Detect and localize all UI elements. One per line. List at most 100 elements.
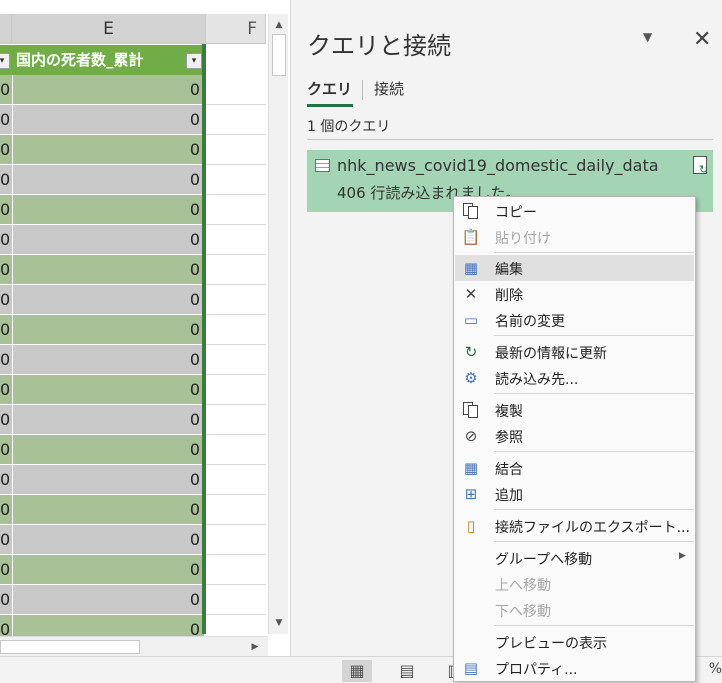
cell-e[interactable]: 0	[12, 285, 204, 315]
selection-border	[202, 44, 206, 634]
cell-f[interactable]	[206, 375, 266, 405]
cell-e[interactable]: 0	[12, 225, 204, 255]
menu-item-move-down[interactable]: 下へ移動	[455, 597, 694, 623]
scroll-right-icon[interactable]: ▶	[246, 637, 264, 657]
menu-item-reference[interactable]: ⊘ 参照	[455, 423, 694, 449]
tab-connections[interactable]: 接続	[374, 78, 404, 99]
table-row: 00	[0, 315, 266, 345]
menu-separator	[494, 335, 694, 336]
scroll-up-icon[interactable]: ▲	[269, 16, 289, 34]
menu-item-merge[interactable]: ▦ 結合	[455, 455, 694, 481]
cell-d[interactable]: 0	[0, 105, 12, 135]
pane-options-chevron-icon[interactable]: ▼	[643, 30, 652, 44]
close-icon[interactable]: ✕	[693, 28, 711, 52]
cell-d[interactable]: 0	[0, 315, 12, 345]
cell-e[interactable]: 0	[12, 465, 204, 495]
table-row: 00	[0, 285, 266, 315]
cell-e[interactable]: 0	[12, 165, 204, 195]
cell-e[interactable]: 0	[12, 195, 204, 225]
cell-d[interactable]: 0	[0, 75, 12, 105]
menu-item-rename[interactable]: ▭ 名前の変更	[455, 307, 694, 333]
cell-d[interactable]: 0	[0, 195, 12, 225]
menu-item-load-to[interactable]: ⚙ 読み込み先...	[455, 365, 694, 391]
menu-item-show-preview[interactable]: プレビューの表示	[455, 629, 694, 655]
menu-item-export-connection[interactable]: ▯ 接続ファイルのエクスポート...	[455, 513, 694, 539]
cell-f[interactable]	[206, 285, 266, 315]
cell-e[interactable]: 0	[12, 345, 204, 375]
cell-d[interactable]: 0	[0, 135, 12, 165]
menu-item-move-up[interactable]: 上へ移動	[455, 571, 694, 597]
horizontal-scrollbar[interactable]: ▶	[0, 636, 268, 656]
paste-icon: 📋	[461, 228, 481, 246]
cell-f[interactable]	[206, 435, 266, 465]
cell-e[interactable]: 0	[12, 75, 204, 105]
zoom-level[interactable]: %	[709, 661, 722, 677]
menu-item-duplicate[interactable]: 複製	[455, 397, 694, 423]
scroll-down-icon[interactable]: ▼	[269, 614, 289, 632]
cell-d[interactable]: 0	[0, 375, 12, 405]
menu-item-paste[interactable]: 📋 貼り付け	[455, 224, 694, 250]
cell-e[interactable]: 0	[12, 525, 204, 555]
refresh-document-icon[interactable]	[693, 156, 708, 176]
cell-f[interactable]	[206, 315, 266, 345]
cell-e[interactable]: 0	[12, 435, 204, 465]
cell-e[interactable]: 0	[12, 135, 204, 165]
scrollbar-thumb[interactable]	[272, 34, 286, 76]
cell-f[interactable]	[206, 195, 266, 225]
menu-item-move-to-group[interactable]: グループへ移動 ▶	[455, 545, 694, 571]
cell-d[interactable]: 0	[0, 525, 12, 555]
column-header-d[interactable]	[0, 14, 12, 44]
cell-f[interactable]	[206, 345, 266, 375]
cell-f[interactable]	[206, 405, 266, 435]
cell-f[interactable]	[206, 555, 266, 585]
menu-item-copy[interactable]: コピー	[455, 198, 694, 224]
menu-item-refresh[interactable]: ↻ 最新の情報に更新	[455, 339, 694, 365]
cell-f[interactable]	[206, 75, 266, 105]
menu-item-append[interactable]: ⊞ 追加	[455, 481, 694, 507]
vertical-scrollbar[interactable]: ▲ ▼	[268, 14, 288, 634]
menu-item-edit[interactable]: ▦ 編集	[455, 255, 694, 281]
cell-f[interactable]	[206, 495, 266, 525]
cell-f[interactable]	[206, 465, 266, 495]
filter-dropdown-icon[interactable]: ▾	[186, 53, 202, 69]
cell-f[interactable]	[206, 225, 266, 255]
cell-d[interactable]: 0	[0, 435, 12, 465]
table-header-cell-e[interactable]: 国内の死者数_累計 ▾	[12, 45, 206, 75]
cell-d[interactable]: 0	[0, 255, 12, 285]
cell-f[interactable]	[206, 135, 266, 165]
cell-e[interactable]: 0	[12, 315, 204, 345]
cell-d[interactable]: 0	[0, 345, 12, 375]
cell-d[interactable]: 0	[0, 225, 12, 255]
cell-d[interactable]: 0	[0, 285, 12, 315]
cell-e[interactable]: 0	[12, 495, 204, 525]
cell-e[interactable]: 0	[12, 105, 204, 135]
table-row: 00	[0, 405, 266, 435]
cell-f[interactable]	[206, 525, 266, 555]
cell-f[interactable]	[206, 165, 266, 195]
cell-d[interactable]: 0	[0, 585, 12, 615]
menu-item-properties[interactable]: ▤ プロパティ...	[455, 655, 694, 681]
cell-d[interactable]: 0	[0, 555, 12, 585]
cell-e[interactable]: 0	[12, 375, 204, 405]
cell-e[interactable]: 0	[12, 585, 204, 615]
tab-queries[interactable]: クエリ	[307, 78, 354, 107]
rename-icon: ▭	[463, 311, 479, 329]
cell-f[interactable]	[206, 585, 266, 615]
cell-d[interactable]: 0	[0, 495, 12, 525]
column-header-e[interactable]: E	[12, 14, 206, 44]
filter-dropdown-icon[interactable]: ▾	[0, 53, 10, 69]
cell-e[interactable]: 0	[12, 255, 204, 285]
page-layout-view-icon[interactable]: ▤	[392, 660, 422, 682]
cell-d[interactable]: 0	[0, 405, 12, 435]
cell-d[interactable]: 0	[0, 165, 12, 195]
column-header-f[interactable]: F	[206, 14, 266, 44]
cell-e[interactable]: 0	[12, 555, 204, 585]
menu-item-delete[interactable]: ✕ 削除	[455, 281, 694, 307]
cell-f[interactable]	[206, 105, 266, 135]
cell-f[interactable]	[206, 255, 266, 285]
table-header-cell-d[interactable]: ▾	[0, 45, 12, 75]
cell-e[interactable]: 0	[12, 405, 204, 435]
cell-d[interactable]: 0	[0, 465, 12, 495]
normal-view-icon[interactable]: ▦	[342, 660, 372, 682]
scrollbar-thumb[interactable]	[0, 640, 140, 654]
